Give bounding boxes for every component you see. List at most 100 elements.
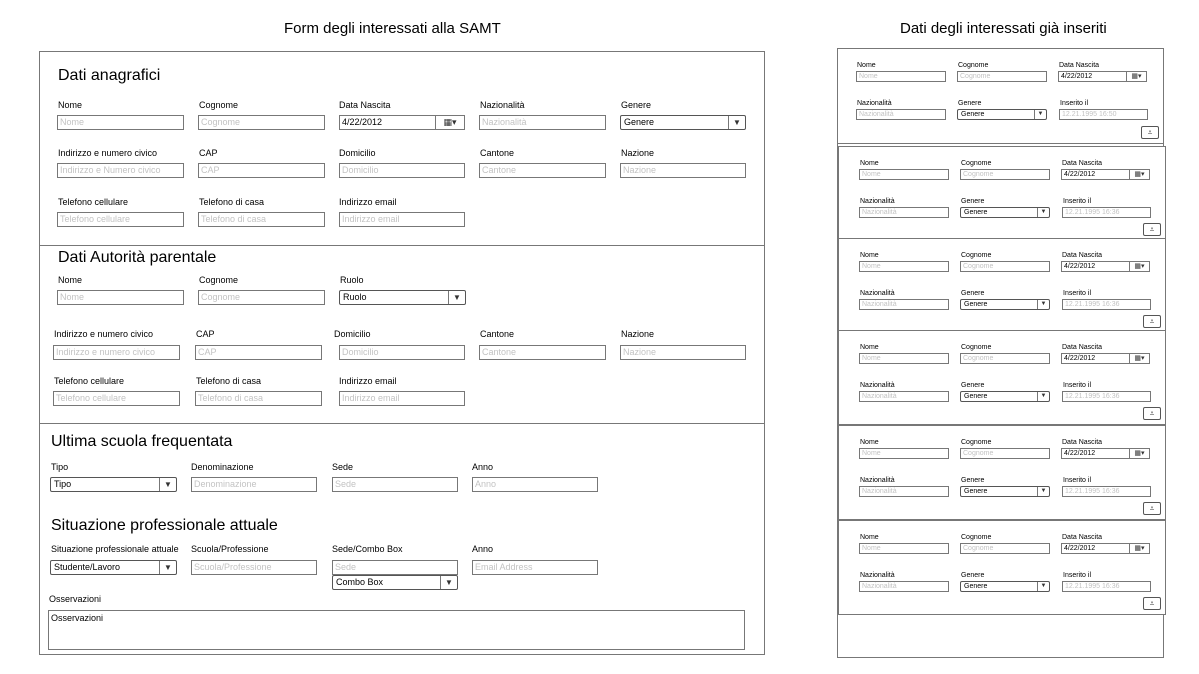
entry-inserito-field[interactable]: 12.21.1995 16:36 xyxy=(1062,391,1151,402)
calendar-icon[interactable]: ▦▾ xyxy=(1129,170,1149,179)
entry-genere-select[interactable]: Genere ▼ xyxy=(960,486,1050,497)
indirizzo-input[interactable]: Indirizzo e Numero civico xyxy=(57,163,184,178)
chevron-down-icon[interactable]: ▼ xyxy=(1034,110,1046,119)
parent-cantone-label: Cantone xyxy=(480,329,515,339)
entry-genere-select[interactable]: Genere ▼ xyxy=(960,391,1050,402)
entry-data-field[interactable]: 4/22/2012 ▦▾ xyxy=(1058,71,1147,82)
scuola-prof-input[interactable]: Scuola/Professione xyxy=(191,560,317,575)
entry-cognome-field[interactable]: Cognome xyxy=(960,169,1050,180)
parent-domicilio-input[interactable]: Domicilio xyxy=(339,345,465,360)
expand-icon[interactable]: ⩡ xyxy=(1143,315,1161,328)
entry-nome-field[interactable]: Nome xyxy=(859,448,949,459)
entry-genere-select[interactable]: Genere ▼ xyxy=(960,299,1050,310)
entry-cognome-field[interactable]: Cognome xyxy=(960,353,1050,364)
chevron-down-icon[interactable]: ▼ xyxy=(159,478,176,491)
expand-icon[interactable]: ⩡ xyxy=(1143,597,1161,610)
parent-indirizzo-input[interactable]: Indirizzo e numero civico xyxy=(53,345,180,360)
nome-label: Nome xyxy=(58,100,83,110)
entry-inserito-field[interactable]: 12.21.1995 16:36 xyxy=(1062,299,1151,310)
ruolo-select[interactable]: Ruolo ▼ xyxy=(339,290,466,305)
chevron-down-icon[interactable]: ▼ xyxy=(1037,300,1049,309)
chevron-down-icon[interactable]: ▼ xyxy=(440,576,457,589)
parent-tel-casa-input[interactable]: Telefono di casa xyxy=(195,391,322,406)
entry-nome-field[interactable]: Nome xyxy=(859,543,949,554)
data-nascita-datepicker[interactable]: 4/22/2012 ▦▾ xyxy=(339,115,465,130)
entry-nome-field[interactable]: Nome xyxy=(859,169,949,180)
entry-data-field[interactable]: 4/22/2012 ▦▾ xyxy=(1061,448,1150,459)
situazione-select[interactable]: Studente/Lavoro ▼ xyxy=(50,560,177,575)
indirizzo-label: Indirizzo e numero civico xyxy=(58,148,158,158)
entry-inserito-field[interactable]: 12.21.1995 16:36 xyxy=(1062,486,1151,497)
calendar-icon[interactable]: ▦▾ xyxy=(435,116,464,129)
chevron-down-icon[interactable]: ▼ xyxy=(448,291,465,304)
entry-nazionalita-field[interactable]: Nazionalità xyxy=(859,486,949,497)
nazione-input[interactable]: Nazione xyxy=(620,163,746,178)
entry-nome-field[interactable]: Nome xyxy=(856,71,946,82)
tipo-select[interactable]: Tipo ▼ xyxy=(50,477,177,492)
nome-input[interactable]: Nome xyxy=(57,115,184,130)
parent-nome-input[interactable]: Nome xyxy=(57,290,184,305)
parent-email-input[interactable]: Indirizzo email xyxy=(339,391,465,406)
entry-cognome-field[interactable]: Cognome xyxy=(960,543,1050,554)
parent-cap-input[interactable]: CAP xyxy=(195,345,322,360)
calendar-icon[interactable]: ▦▾ xyxy=(1126,72,1146,81)
chevron-down-icon[interactable]: ▼ xyxy=(1037,208,1049,217)
cap-label: CAP xyxy=(199,148,218,158)
anno-input[interactable]: Anno xyxy=(472,477,598,492)
entry-inserito-field[interactable]: 12.21.1995 16:36 xyxy=(1062,581,1151,592)
chevron-down-icon[interactable]: ▼ xyxy=(1037,392,1049,401)
calendar-icon[interactable]: ▦▾ xyxy=(1129,544,1149,553)
entry-genere-select[interactable]: Genere ▼ xyxy=(960,207,1050,218)
chevron-down-icon[interactable]: ▼ xyxy=(1037,582,1049,591)
genere-select[interactable]: Genere ▼ xyxy=(620,115,746,130)
entry-nome-field[interactable]: Nome xyxy=(859,353,949,364)
parent-tel-cell-input[interactable]: Telefono cellulare xyxy=(53,391,180,406)
entry-data-field[interactable]: 4/22/2012 ▦▾ xyxy=(1061,169,1150,180)
cantone-input[interactable]: Cantone xyxy=(479,163,606,178)
entry-cognome-field[interactable]: Cognome xyxy=(960,261,1050,272)
parent-cantone-input[interactable]: Cantone xyxy=(479,345,606,360)
entry-nazionalita-field[interactable]: Nazionalità xyxy=(859,207,949,218)
entry-nazionalita-field[interactable]: Nazionalità xyxy=(856,109,946,120)
entry-cognome-field[interactable]: Cognome xyxy=(957,71,1047,82)
sede-prof-input[interactable]: Sede xyxy=(332,560,458,575)
entry-nazionalita-field[interactable]: Nazionalità xyxy=(859,391,949,402)
parent-cognome-input[interactable]: Cognome xyxy=(198,290,325,305)
email-input[interactable]: Indirizzo email xyxy=(339,212,465,227)
parent-nazione-input[interactable]: Nazione xyxy=(620,345,746,360)
entry-inserito-field[interactable]: 12.21.1995 16:36 xyxy=(1062,207,1151,218)
tel-cell-input[interactable]: Telefono cellulare xyxy=(57,212,184,227)
chevron-down-icon[interactable]: ▼ xyxy=(159,561,176,574)
entry-nome-field[interactable]: Nome xyxy=(859,261,949,272)
entry-inserito-field[interactable]: 12.21.1995 16:50 xyxy=(1059,109,1148,120)
osservazioni-textarea[interactable]: Osservazioni xyxy=(48,610,745,650)
calendar-icon[interactable]: ▦▾ xyxy=(1129,449,1149,458)
entry-genere-select[interactable]: Genere ▼ xyxy=(957,109,1047,120)
entry-data-field[interactable]: 4/22/2012 ▦▾ xyxy=(1061,261,1150,272)
prof-anno-input[interactable]: Email Address xyxy=(472,560,598,575)
expand-icon[interactable]: ⩡ xyxy=(1141,126,1159,139)
entry-genere-select[interactable]: Genere ▼ xyxy=(960,581,1050,592)
expand-icon[interactable]: ⩡ xyxy=(1143,407,1161,420)
expand-icon[interactable]: ⩡ xyxy=(1143,502,1161,515)
sede-input[interactable]: Sede xyxy=(332,477,458,492)
chevron-down-icon[interactable]: ▼ xyxy=(728,116,745,129)
calendar-icon[interactable]: ▦▾ xyxy=(1129,354,1149,363)
nazionalita-input[interactable]: Nazionalità xyxy=(479,115,606,130)
tel-casa-input[interactable]: Telefono di casa xyxy=(198,212,325,227)
situazione-value: Studente/Lavoro xyxy=(54,562,121,572)
domicilio-input[interactable]: Domicilio xyxy=(339,163,465,178)
entry-nazionalita-field[interactable]: Nazionalità xyxy=(859,299,949,310)
entry-data-field[interactable]: 4/22/2012 ▦▾ xyxy=(1061,543,1150,554)
combo-box-select[interactable]: Combo Box ▼ xyxy=(332,575,458,590)
chevron-down-icon[interactable]: ▼ xyxy=(1037,487,1049,496)
cognome-input[interactable]: Cognome xyxy=(198,115,325,130)
calendar-icon[interactable]: ▦▾ xyxy=(1129,262,1149,271)
entry-cognome-field[interactable]: Cognome xyxy=(960,448,1050,459)
expand-icon[interactable]: ⩡ xyxy=(1143,223,1161,236)
entry-genere-label: Genere xyxy=(961,290,985,297)
cap-input[interactable]: CAP xyxy=(198,163,325,178)
denominazione-input[interactable]: Denominazione xyxy=(191,477,317,492)
entry-nazionalita-field[interactable]: Nazionalità xyxy=(859,581,949,592)
entry-data-field[interactable]: 4/22/2012 ▦▾ xyxy=(1061,353,1150,364)
